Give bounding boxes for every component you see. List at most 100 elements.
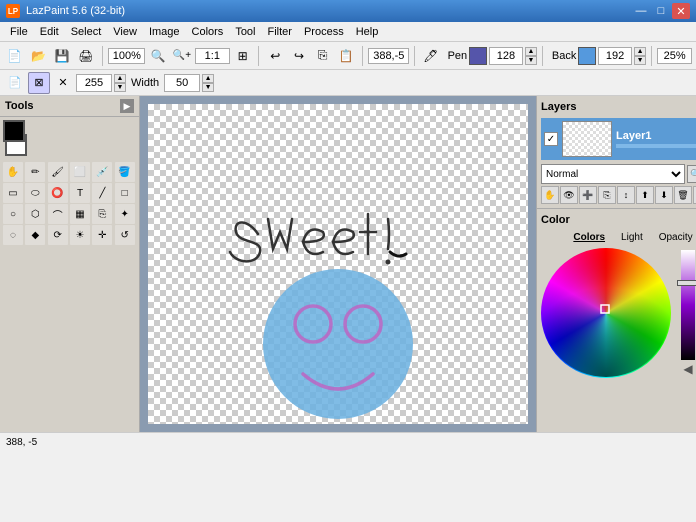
menu-view[interactable]: View (107, 24, 143, 40)
back-color-box[interactable] (578, 47, 596, 65)
layer-tool-move[interactable]: ✋ (541, 186, 559, 204)
icon-new2[interactable]: 📄 (4, 72, 26, 94)
tool-eyedropper[interactable]: 💉 (92, 162, 112, 182)
layer-tool-eye[interactable]: 👁 (560, 186, 578, 204)
pen-tool-btn[interactable]: 🖊 (420, 45, 442, 67)
tool-pencil[interactable]: ✏ (25, 162, 45, 182)
color-wheel-container[interactable] (541, 248, 671, 378)
menu-file[interactable]: File (4, 24, 34, 40)
tool-rect-select[interactable]: ▭ (3, 183, 23, 203)
menu-edit[interactable]: Edit (34, 24, 65, 40)
blend-mode-select[interactable]: Normal (541, 164, 685, 184)
light-track (681, 250, 695, 360)
tool-dodge[interactable]: ☀ (70, 225, 90, 245)
color-panel: Color ▶ Colors Light Opacity (537, 209, 696, 432)
icon-x[interactable]: ✕ (52, 72, 74, 94)
tab-opacity[interactable]: Opacity (655, 231, 696, 244)
zoom-out-button[interactable]: 🔍 (147, 45, 169, 67)
pen-spin-down[interactable]: ▼ (525, 56, 537, 65)
menu-filter[interactable]: Filter (262, 24, 298, 40)
layer-visibility-check[interactable]: ✓ (544, 132, 558, 146)
tool-rect[interactable]: □ (115, 183, 135, 203)
open-button[interactable]: 📂 (28, 45, 50, 67)
tool-line[interactable]: ╱ (92, 183, 112, 203)
color-wheel-svg[interactable] (541, 248, 671, 378)
layer-tool-dup[interactable]: ⎘ (598, 186, 616, 204)
width-spin-up[interactable]: ▲ (202, 74, 214, 83)
tool-ellipse-select[interactable]: ⬭ (25, 183, 45, 203)
layer-tool-up[interactable]: ⬆ (636, 186, 654, 204)
fit-button[interactable]: ⊞ (232, 45, 254, 67)
num-spinner[interactable]: ▲ ▼ (114, 74, 126, 92)
paste-button[interactable]: 📋 (336, 45, 358, 67)
maximize-button[interactable]: □ (652, 3, 670, 19)
tool-clone[interactable]: ⎘ (92, 204, 112, 224)
print-button[interactable]: 🖨 (75, 45, 97, 67)
tab-colors[interactable]: Colors (569, 231, 609, 244)
tool-polygon[interactable]: ⬡ (25, 204, 45, 224)
tool-text[interactable]: T (70, 183, 90, 203)
back-spin-down[interactable]: ▼ (634, 56, 646, 65)
tool-hand[interactable]: ✋ (3, 162, 23, 182)
canvas-viewport[interactable] (140, 96, 536, 432)
tool-gradient[interactable]: ▦ (70, 204, 90, 224)
canvas-content[interactable] (148, 104, 528, 424)
menu-select[interactable]: Select (65, 24, 108, 40)
menu-help[interactable]: Help (350, 24, 385, 40)
tool-lasso[interactable]: ⭕ (48, 183, 68, 203)
separator3 (362, 46, 363, 66)
tool-bezier[interactable]: ⌒ (48, 204, 68, 224)
tool-fill[interactable]: 🪣 (115, 162, 135, 182)
width-spin-down[interactable]: ▼ (202, 83, 214, 92)
menu-tool[interactable]: Tool (229, 24, 261, 40)
minimize-button[interactable]: — (632, 3, 650, 19)
tab-light[interactable]: Light (617, 231, 647, 244)
redo-button[interactable]: ↪ (288, 45, 310, 67)
width-input[interactable] (164, 74, 200, 92)
separator1 (102, 46, 103, 66)
num-spin-up[interactable]: ▲ (114, 74, 126, 83)
zoom-in-button[interactable]: 🔍+ (171, 45, 193, 67)
layer-item[interactable]: ✓ Layer1 (541, 118, 696, 160)
tool-blur[interactable]: ◌ (3, 225, 23, 245)
pen-spin-up[interactable]: ▲ (525, 47, 537, 56)
back-spinner[interactable]: ▲ ▼ (634, 47, 646, 65)
save-button[interactable]: 💾 (51, 45, 73, 67)
light-slider-thumb[interactable] (677, 280, 696, 286)
layer-tool-add[interactable]: ➕ (579, 186, 597, 204)
tool-brush[interactable]: 🖌 (48, 162, 68, 182)
tool-rotate[interactable]: ↺ (115, 225, 135, 245)
light-slider-track[interactable] (681, 250, 695, 360)
layer-tool-down[interactable]: ⬇ (655, 186, 673, 204)
new-button[interactable]: 📄 (4, 45, 26, 67)
width-spinner[interactable]: ▲ ▼ (202, 74, 214, 92)
num-spin-down[interactable]: ▼ (114, 83, 126, 92)
layer-tool-del[interactable]: 🗑 (674, 186, 692, 204)
numeric-input[interactable] (76, 74, 112, 92)
tool-move[interactable]: ✛ (92, 225, 112, 245)
tool-ellipse[interactable]: ○ (3, 204, 23, 224)
menu-image[interactable]: Image (143, 24, 186, 40)
pen-color-box[interactable] (469, 47, 487, 65)
canvas-checkerboard[interactable] (148, 104, 528, 424)
tools-collapse-btn[interactable]: ▶ (120, 99, 134, 113)
back-spin-up[interactable]: ▲ (634, 47, 646, 56)
copy-button[interactable]: ⎘ (312, 45, 334, 67)
pen-spinner[interactable]: ▲ ▼ (525, 47, 537, 65)
fg-color-swatch[interactable] (3, 120, 25, 142)
tool-eraser[interactable]: ⬜ (70, 162, 90, 182)
light-slider-arrow[interactable]: ◀ (683, 362, 692, 376)
menu-process[interactable]: Process (298, 24, 350, 40)
close-button[interactable]: ✕ (672, 3, 690, 19)
menu-colors[interactable]: Colors (186, 24, 230, 40)
layer-tools-row: ✋ 👁 ➕ ⎘ ↕ ⬆ ⬇ 🗑 ⚙ (541, 186, 696, 204)
tool-magic-wand[interactable]: ✦ (115, 204, 135, 224)
layer-zoom-in-btn[interactable]: 🔍 (687, 165, 696, 183)
back-value-input[interactable] (598, 47, 632, 65)
layer-tool-merge[interactable]: ↕ (617, 186, 635, 204)
tool-sharpen[interactable]: ◆ (25, 225, 45, 245)
icon-sel[interactable]: ⊠ (28, 72, 50, 94)
tool-smudge[interactable]: ⟳ (48, 225, 68, 245)
pen-value-input[interactable] (489, 47, 523, 65)
undo-button[interactable]: ↩ (264, 45, 286, 67)
